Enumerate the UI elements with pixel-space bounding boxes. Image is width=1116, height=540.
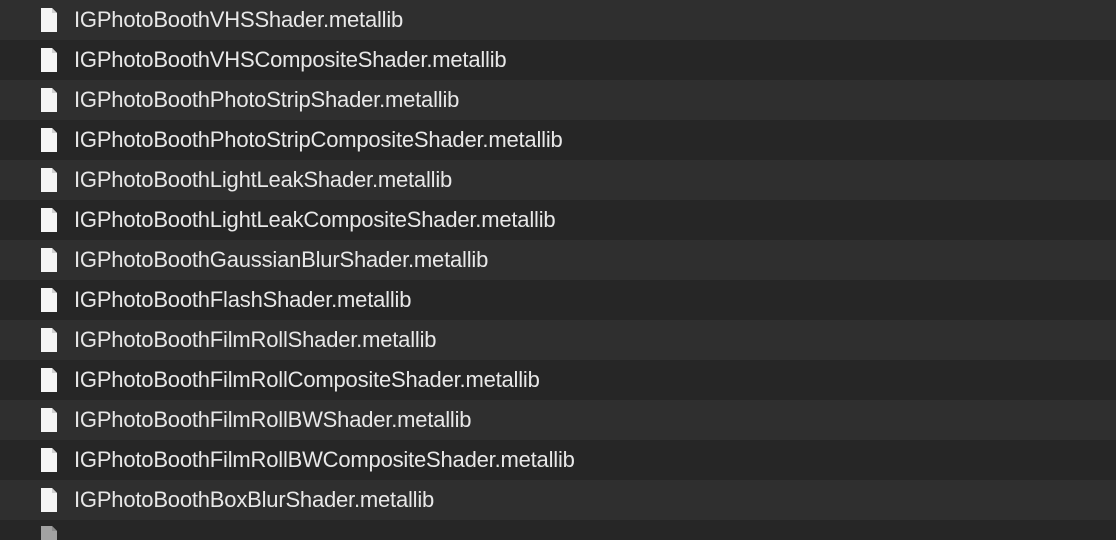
document-icon bbox=[38, 287, 60, 313]
document-icon bbox=[38, 167, 60, 193]
file-row[interactable] bbox=[0, 520, 1116, 540]
document-icon bbox=[38, 367, 60, 393]
document-icon bbox=[38, 247, 60, 273]
file-row[interactable]: IGPhotoBoothFlashShader.metallib bbox=[0, 280, 1116, 320]
file-row[interactable]: IGPhotoBoothPhotoStripCompositeShader.me… bbox=[0, 120, 1116, 160]
file-name-label: IGPhotoBoothBoxBlurShader.metallib bbox=[74, 487, 434, 513]
file-name-label: IGPhotoBoothVHSShader.metallib bbox=[74, 7, 403, 33]
file-name-label: IGPhotoBoothPhotoStripShader.metallib bbox=[74, 87, 459, 113]
file-row[interactable]: IGPhotoBoothLightLeakShader.metallib bbox=[0, 160, 1116, 200]
file-row[interactable]: IGPhotoBoothLightLeakCompositeShader.met… bbox=[0, 200, 1116, 240]
document-icon bbox=[38, 127, 60, 153]
document-icon bbox=[38, 525, 60, 540]
file-name-label: IGPhotoBoothGaussianBlurShader.metallib bbox=[74, 247, 488, 273]
file-name-label: IGPhotoBoothVHSCompositeShader.metallib bbox=[74, 47, 506, 73]
document-icon bbox=[38, 47, 60, 73]
file-name-label: IGPhotoBoothLightLeakCompositeShader.met… bbox=[74, 207, 555, 233]
document-icon bbox=[38, 87, 60, 113]
file-row[interactable]: IGPhotoBoothBoxBlurShader.metallib bbox=[0, 480, 1116, 520]
file-row[interactable]: IGPhotoBoothPhotoStripShader.metallib bbox=[0, 80, 1116, 120]
file-row[interactable]: IGPhotoBoothFilmRollCompositeShader.meta… bbox=[0, 360, 1116, 400]
file-row[interactable]: IGPhotoBoothGaussianBlurShader.metallib bbox=[0, 240, 1116, 280]
file-row[interactable]: IGPhotoBoothVHSShader.metallib bbox=[0, 0, 1116, 40]
document-icon bbox=[38, 447, 60, 473]
file-name-label: IGPhotoBoothFilmRollShader.metallib bbox=[74, 327, 436, 353]
file-list: IGPhotoBoothVHSShader.metallib IGPhotoBo… bbox=[0, 0, 1116, 540]
file-row[interactable]: IGPhotoBoothFilmRollShader.metallib bbox=[0, 320, 1116, 360]
document-icon bbox=[38, 327, 60, 353]
document-icon bbox=[38, 487, 60, 513]
file-name-label: IGPhotoBoothPhotoStripCompositeShader.me… bbox=[74, 127, 563, 153]
document-icon bbox=[38, 7, 60, 33]
file-row[interactable]: IGPhotoBoothFilmRollBWCompositeShader.me… bbox=[0, 440, 1116, 480]
file-name-label: IGPhotoBoothFilmRollBWShader.metallib bbox=[74, 407, 471, 433]
file-name-label: IGPhotoBoothLightLeakShader.metallib bbox=[74, 167, 452, 193]
file-name-label: IGPhotoBoothFilmRollCompositeShader.meta… bbox=[74, 367, 540, 393]
document-icon bbox=[38, 207, 60, 233]
file-name-label: IGPhotoBoothFlashShader.metallib bbox=[74, 287, 411, 313]
file-row[interactable]: IGPhotoBoothFilmRollBWShader.metallib bbox=[0, 400, 1116, 440]
file-row[interactable]: IGPhotoBoothVHSCompositeShader.metallib bbox=[0, 40, 1116, 80]
document-icon bbox=[38, 407, 60, 433]
file-name-label: IGPhotoBoothFilmRollBWCompositeShader.me… bbox=[74, 447, 575, 473]
